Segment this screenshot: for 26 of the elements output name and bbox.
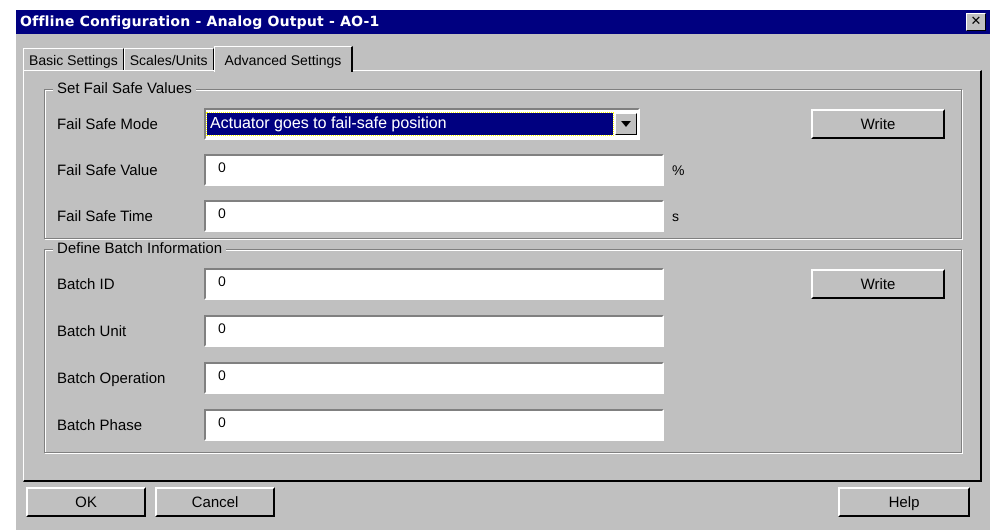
tab[interactable]: Basic Settings	[23, 48, 124, 70]
field-label: Fail Safe Time	[57, 208, 154, 224]
write-button[interactable]: Write	[811, 109, 945, 139]
field-label: Fail Safe Mode	[57, 116, 159, 132]
field-label: Batch Unit	[57, 322, 128, 340]
field-label: Batch Operation	[57, 370, 166, 386]
tab[interactable]: Scales/Units	[124, 48, 214, 70]
help-button[interactable]: Help	[838, 487, 970, 517]
input-field[interactable]: 0	[204, 200, 664, 232]
tab[interactable]: Advanced Settings	[214, 46, 354, 72]
write-button[interactable]: Write	[811, 269, 945, 299]
unit-label: %	[672, 162, 684, 178]
field-label: Batch Phase	[57, 416, 144, 434]
input-field[interactable]: 0	[204, 154, 664, 186]
close-button[interactable]: ✕	[966, 13, 986, 31]
input-field[interactable]: 0	[204, 362, 664, 394]
input-field[interactable]: 0	[204, 315, 664, 347]
input-field[interactable]: 0	[204, 268, 664, 300]
window-title: Offline Configuration - Analog Output - AO-1	[20, 14, 380, 30]
field-label: Fail Safe Value	[57, 162, 159, 178]
unit-label: s	[672, 208, 679, 224]
dialog-button[interactable]: OK	[26, 487, 146, 517]
dropdown[interactable]: Actuator goes to fail-safe position	[204, 108, 640, 140]
dialog-button[interactable]: Cancel	[155, 487, 275, 517]
field-label: Batch ID	[57, 276, 116, 292]
input-field[interactable]: 0	[204, 409, 664, 441]
